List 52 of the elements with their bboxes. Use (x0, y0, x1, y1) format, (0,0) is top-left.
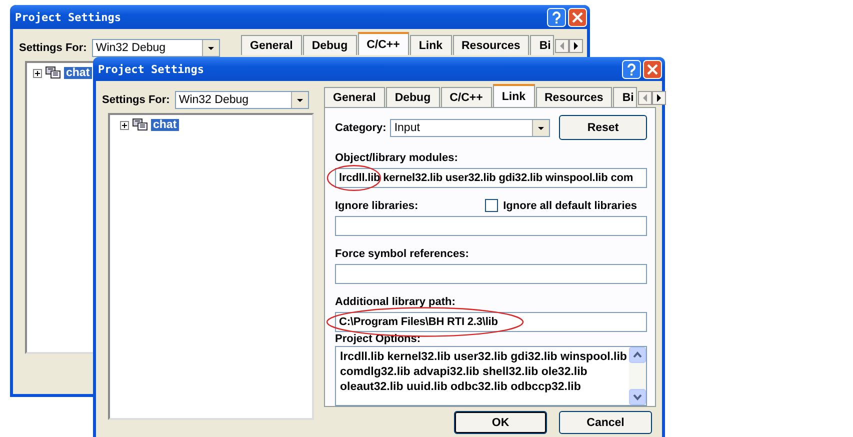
options-line: lrcdll.lib kernel32.lib user32.lib gdi32.lib winspool.lib (340, 350, 625, 366)
settings-dropdown[interactable]: Win32 Debug (92, 39, 220, 57)
tab[interactable]: Bi (530, 35, 554, 55)
expand-icon[interactable] (33, 68, 42, 78)
field-label: Force symbol references: (335, 248, 469, 260)
scroll-up-icon[interactable] (629, 347, 646, 364)
close-icon[interactable] (643, 60, 662, 78)
tree-item[interactable]: chat (151, 119, 179, 131)
project-icon (132, 118, 148, 132)
tab[interactable]: Link (492, 84, 534, 107)
input-field[interactable] (335, 264, 647, 284)
tab[interactable]: Resources (536, 87, 612, 107)
dialog-button[interactable]: Cancel (559, 411, 652, 434)
project-icon (45, 66, 61, 80)
help-icon[interactable] (547, 8, 566, 26)
field-label: Project Options: (335, 333, 421, 346)
category-dropdown[interactable]: Input (390, 118, 550, 136)
scroll-down-icon[interactable] (629, 388, 646, 405)
tab[interactable]: General (241, 35, 302, 55)
tab[interactable]: C/C++ (440, 87, 492, 107)
tab[interactable]: Debug (386, 87, 440, 107)
tab[interactable]: Link (410, 35, 452, 55)
scroll-right-icon[interactable] (568, 39, 583, 53)
field-label: Additional library path: (335, 296, 456, 308)
input-field[interactable] (335, 216, 647, 236)
options-line: oleaut32.lib uuid.lib odbc32.lib odbccp32.lib (340, 380, 582, 396)
tab[interactable]: General (324, 87, 385, 107)
field-label: Ignore libraries: (335, 200, 418, 212)
settings-for-label: Settings For: (19, 42, 87, 54)
window-title: Project Settings (15, 10, 122, 24)
expand-icon[interactable] (120, 120, 129, 130)
settings-for-label: Settings For: (102, 94, 170, 106)
help-icon[interactable] (622, 60, 641, 78)
field-label: Object/library modules: (335, 152, 458, 164)
close-icon[interactable] (568, 8, 587, 26)
checkbox[interactable] (485, 199, 498, 212)
scroll-right-icon[interactable] (652, 91, 666, 105)
tab[interactable]: Debug (302, 35, 357, 55)
input-field[interactable]: C:\Program Files\BH RTI 2.3\lib (335, 312, 647, 332)
options-line: comdlg32.lib advapi32.lib shell32.lib ole32.lib (340, 365, 588, 380)
window-title: Project Settings (98, 62, 205, 76)
settings-dropdown[interactable]: Win32 Debug (174, 91, 309, 109)
tab[interactable]: Resources (452, 35, 530, 55)
dialog-button[interactable]: OK (454, 411, 547, 434)
tab[interactable]: C/C++ (358, 32, 409, 55)
tree-item[interactable]: chat (64, 67, 92, 79)
reset-button[interactable]: Reset (559, 115, 647, 140)
tab[interactable]: Bi (613, 87, 637, 107)
category-label: Category: (335, 122, 386, 134)
input-field[interactable]: lrcdll.lib kernel32.lib user32.lib gdi32.lib winspool.lib com (335, 168, 647, 188)
checkbox-label: Ignore all default libraries (503, 200, 637, 212)
project-options-box[interactable]: lrcdll.lib kernel32.lib user32.lib gdi32.lib winspool.lib comdlg32.lib advapi32.lib shell32.lib ole32.lib oleaut32.lib uuid.lib odbc32.lib odbccp32.lib (335, 346, 647, 406)
